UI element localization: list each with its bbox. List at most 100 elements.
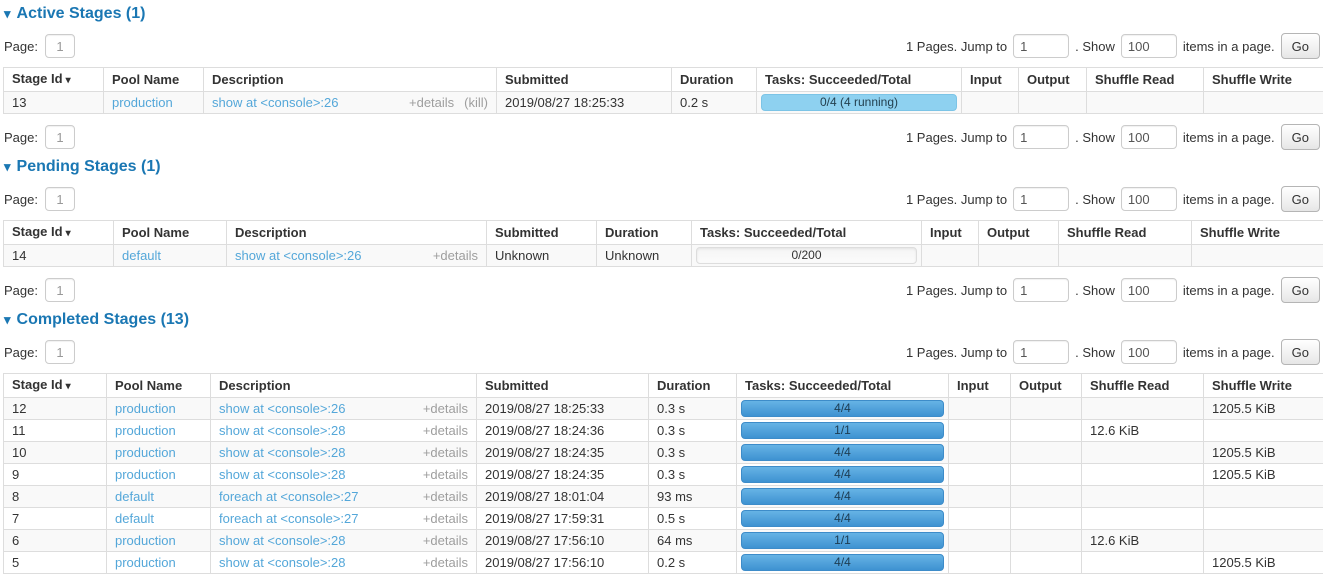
- stage-row: 11productionshow at <console>:28+details…: [4, 420, 1323, 442]
- tasks-cell: 4/4: [737, 552, 949, 574]
- pool-name-link[interactable]: production: [115, 555, 176, 570]
- column-header-submitted[interactable]: Submitted: [497, 68, 672, 92]
- column-header-description[interactable]: Description: [227, 221, 487, 245]
- page-number-input[interactable]: [45, 340, 75, 364]
- column-header-shuffle-read[interactable]: Shuffle Read: [1087, 68, 1204, 92]
- section-completed-stages: ▾Completed Stages (13)Page:1 Pages. Jump…: [3, 311, 1320, 574]
- description-link[interactable]: show at <console>:26: [219, 401, 345, 416]
- description-link[interactable]: show at <console>:26: [212, 95, 338, 110]
- pool-name-link[interactable]: default: [122, 248, 161, 263]
- details-toggle[interactable]: +details: [423, 555, 468, 570]
- page-number-input[interactable]: [45, 34, 75, 58]
- jump-to-page-input[interactable]: [1013, 278, 1069, 302]
- description-link[interactable]: foreach at <console>:27: [219, 489, 359, 504]
- details-toggle[interactable]: +details: [423, 533, 468, 548]
- column-header-output[interactable]: Output: [979, 221, 1059, 245]
- column-header-shuffle-write[interactable]: Shuffle Write: [1192, 221, 1323, 245]
- pool-name-link[interactable]: production: [115, 533, 176, 548]
- description-link[interactable]: show at <console>:28: [219, 533, 345, 548]
- description-link[interactable]: show at <console>:28: [219, 467, 345, 482]
- kill-link[interactable]: (kill): [464, 95, 488, 110]
- items-per-page-input[interactable]: [1121, 187, 1177, 211]
- column-header-submitted[interactable]: Submitted: [487, 221, 597, 245]
- tasks-progress-bar: 4/4: [741, 444, 944, 461]
- description-link[interactable]: show at <console>:28: [219, 445, 345, 460]
- stages-sections: ▾Active Stages (1)Page:1 Pages. Jump to.…: [3, 5, 1320, 574]
- column-header-tasks-succeeded-total[interactable]: Tasks: Succeeded/Total: [757, 68, 962, 92]
- column-header-duration[interactable]: Duration: [649, 374, 737, 398]
- details-toggle[interactable]: +details: [423, 445, 468, 460]
- items-per-page-input[interactable]: [1121, 125, 1177, 149]
- jump-to-page-input[interactable]: [1013, 187, 1069, 211]
- go-button[interactable]: Go: [1281, 277, 1320, 303]
- pool-name-link[interactable]: default: [115, 511, 154, 526]
- column-header-shuffle-write[interactable]: Shuffle Write: [1204, 374, 1323, 398]
- items-per-page-input[interactable]: [1121, 34, 1177, 58]
- pool-name-link[interactable]: production: [115, 467, 176, 482]
- shuffle-write-cell: [1204, 92, 1323, 114]
- section-title-active[interactable]: ▾Active Stages (1): [4, 5, 1320, 23]
- duration-cell: 0.3 s: [649, 442, 737, 464]
- column-header-pool-name[interactable]: Pool Name: [104, 68, 204, 92]
- column-header-shuffle-read[interactable]: Shuffle Read: [1082, 374, 1204, 398]
- pool-name-link[interactable]: default: [115, 489, 154, 504]
- details-toggle[interactable]: +details: [409, 95, 454, 110]
- column-header-input[interactable]: Input: [949, 374, 1011, 398]
- column-header-duration[interactable]: Duration: [597, 221, 692, 245]
- items-per-page-input[interactable]: [1121, 340, 1177, 364]
- jump-to-page-input[interactable]: [1013, 340, 1069, 364]
- go-button[interactable]: Go: [1281, 339, 1320, 365]
- column-header-submitted[interactable]: Submitted: [477, 374, 649, 398]
- duration-cell: 0.2 s: [649, 552, 737, 574]
- column-header-pool-name[interactable]: Pool Name: [114, 221, 227, 245]
- column-header-tasks-succeeded-total[interactable]: Tasks: Succeeded/Total: [737, 374, 949, 398]
- go-button[interactable]: Go: [1281, 186, 1320, 212]
- section-pending-stages: ▾Pending Stages (1)Page:1 Pages. Jump to…: [3, 158, 1320, 304]
- submitted-cell: 2019/08/27 18:25:33: [477, 398, 649, 420]
- pool-name-link[interactable]: production: [115, 423, 176, 438]
- details-toggle[interactable]: +details: [433, 248, 478, 263]
- submitted-cell: 2019/08/27 17:56:10: [477, 552, 649, 574]
- details-toggle[interactable]: +details: [423, 489, 468, 504]
- description-link[interactable]: show at <console>:28: [219, 555, 345, 570]
- jump-to-page-input[interactable]: [1013, 34, 1069, 58]
- description-link[interactable]: show at <console>:28: [219, 423, 345, 438]
- details-toggle[interactable]: +details: [423, 467, 468, 482]
- column-header-description[interactable]: Description: [204, 68, 497, 92]
- column-header-duration[interactable]: Duration: [672, 68, 757, 92]
- column-header-pool-name[interactable]: Pool Name: [107, 374, 211, 398]
- column-header-input[interactable]: Input: [962, 68, 1019, 92]
- details-toggle[interactable]: +details: [423, 423, 468, 438]
- description-link[interactable]: foreach at <console>:27: [219, 511, 359, 526]
- column-header-stage-id[interactable]: Stage Id▾: [4, 374, 107, 398]
- column-header-shuffle-read[interactable]: Shuffle Read: [1059, 221, 1192, 245]
- input-cell: [949, 552, 1011, 574]
- column-header-shuffle-write[interactable]: Shuffle Write: [1204, 68, 1323, 92]
- page-label: Page:: [4, 39, 38, 54]
- page-number-input[interactable]: [45, 278, 75, 302]
- jump-to-page-input[interactable]: [1013, 125, 1069, 149]
- pool-name-link[interactable]: production: [115, 401, 176, 416]
- pool-name-link[interactable]: production: [115, 445, 176, 460]
- column-header-output[interactable]: Output: [1011, 374, 1082, 398]
- details-toggle[interactable]: +details: [423, 401, 468, 416]
- submitted-cell: 2019/08/27 18:25:33: [497, 92, 672, 114]
- pool-name-link[interactable]: production: [112, 95, 173, 110]
- collapse-caret-icon: ▾: [4, 7, 11, 21]
- column-header-stage-id[interactable]: Stage Id▾: [4, 68, 104, 92]
- column-header-description[interactable]: Description: [211, 374, 477, 398]
- column-header-tasks-succeeded-total[interactable]: Tasks: Succeeded/Total: [692, 221, 922, 245]
- go-button[interactable]: Go: [1281, 33, 1320, 59]
- section-title-pending[interactable]: ▾Pending Stages (1): [4, 158, 1320, 176]
- section-title-completed[interactable]: ▾Completed Stages (13): [4, 311, 1320, 329]
- description-link[interactable]: show at <console>:26: [235, 248, 361, 263]
- go-button[interactable]: Go: [1281, 124, 1320, 150]
- items-per-page-input[interactable]: [1121, 278, 1177, 302]
- page-number-input[interactable]: [45, 187, 75, 211]
- submitted-cell: 2019/08/27 18:24:35: [477, 442, 649, 464]
- details-toggle[interactable]: +details: [423, 511, 468, 526]
- column-header-stage-id[interactable]: Stage Id▾: [4, 221, 114, 245]
- column-header-input[interactable]: Input: [922, 221, 979, 245]
- column-header-output[interactable]: Output: [1019, 68, 1087, 92]
- page-number-input[interactable]: [45, 125, 75, 149]
